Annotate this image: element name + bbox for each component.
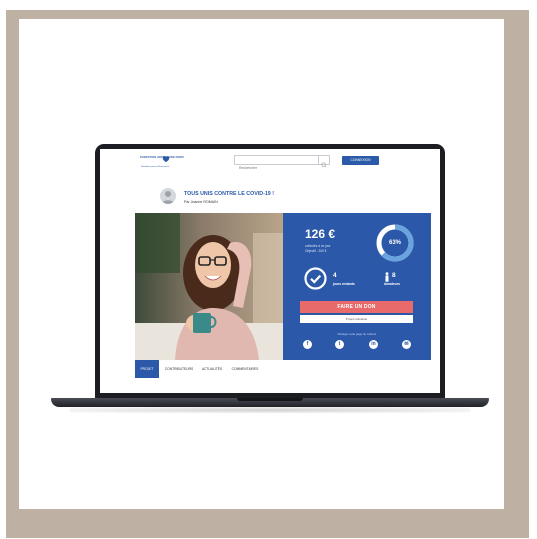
facebook-icon[interactable]: f xyxy=(303,340,312,349)
donation-panel: 126 € collectés à ce jour Objectif : 200… xyxy=(283,213,431,360)
days-remaining-count: 4 xyxy=(333,272,337,279)
project-type-label: Projet individuel xyxy=(300,315,413,323)
laptop-shadow xyxy=(70,407,470,413)
search-box xyxy=(234,155,330,172)
laptop-screen: FONDATION HOPITAUX DE PARIS Fondation po… xyxy=(100,149,440,393)
goal-label: Objectif : 200 € xyxy=(305,249,327,253)
user-icon xyxy=(162,191,174,204)
project-title: TOUS UNIS CONTRE LE COVID-19 ! xyxy=(184,191,274,197)
tab-contributeurs[interactable]: CONTRIBUTEURS xyxy=(161,360,197,378)
linkedin-icon[interactable]: in xyxy=(369,340,378,349)
donors-count: 8 xyxy=(392,272,396,279)
twitter-icon[interactable]: t xyxy=(335,340,344,349)
logo-tagline: Fondation pour la Recherche xyxy=(141,166,170,168)
email-icon[interactable]: ✉ xyxy=(402,340,411,349)
checkmark-circle-icon xyxy=(304,267,327,290)
laptop-notch xyxy=(237,398,303,401)
collected-label: collectés à ce jour xyxy=(305,244,331,248)
project-author: Par Joanne ROMAIN xyxy=(184,200,218,204)
search-icon xyxy=(321,162,327,168)
logo-text-right: DE PARIS xyxy=(171,156,184,159)
tab-commentaires[interactable]: COMMENTAIRES xyxy=(227,360,263,378)
search-button[interactable] xyxy=(318,156,329,168)
avatar xyxy=(160,188,176,204)
connect-button[interactable]: CONNEXION xyxy=(342,156,379,165)
project-photo xyxy=(135,213,283,360)
search-input[interactable] xyxy=(235,164,319,172)
project-tabs: PROJET CONTRIBUTEURS ACTUALITÉS COMMENTA… xyxy=(135,360,431,378)
share-text: Partager cette page de collecte xyxy=(337,332,377,336)
tab-actualites[interactable]: ACTUALITÉS xyxy=(198,360,226,378)
amount-collected: 126 € xyxy=(305,227,336,241)
donors-label: donateurs xyxy=(384,282,400,286)
tab-projet[interactable]: PROJET xyxy=(135,360,159,378)
donate-button[interactable]: FAIRE UN DON xyxy=(300,301,413,313)
heart-logo-icon xyxy=(162,156,170,163)
site-logo[interactable]: FONDATION HOPITAUX DE PARIS Fondation po… xyxy=(140,155,196,171)
progress-percent: 63% xyxy=(388,240,401,246)
days-remaining-label: jours restants xyxy=(333,282,355,286)
smiling-woman-image xyxy=(135,213,283,360)
person-icon xyxy=(385,272,389,282)
